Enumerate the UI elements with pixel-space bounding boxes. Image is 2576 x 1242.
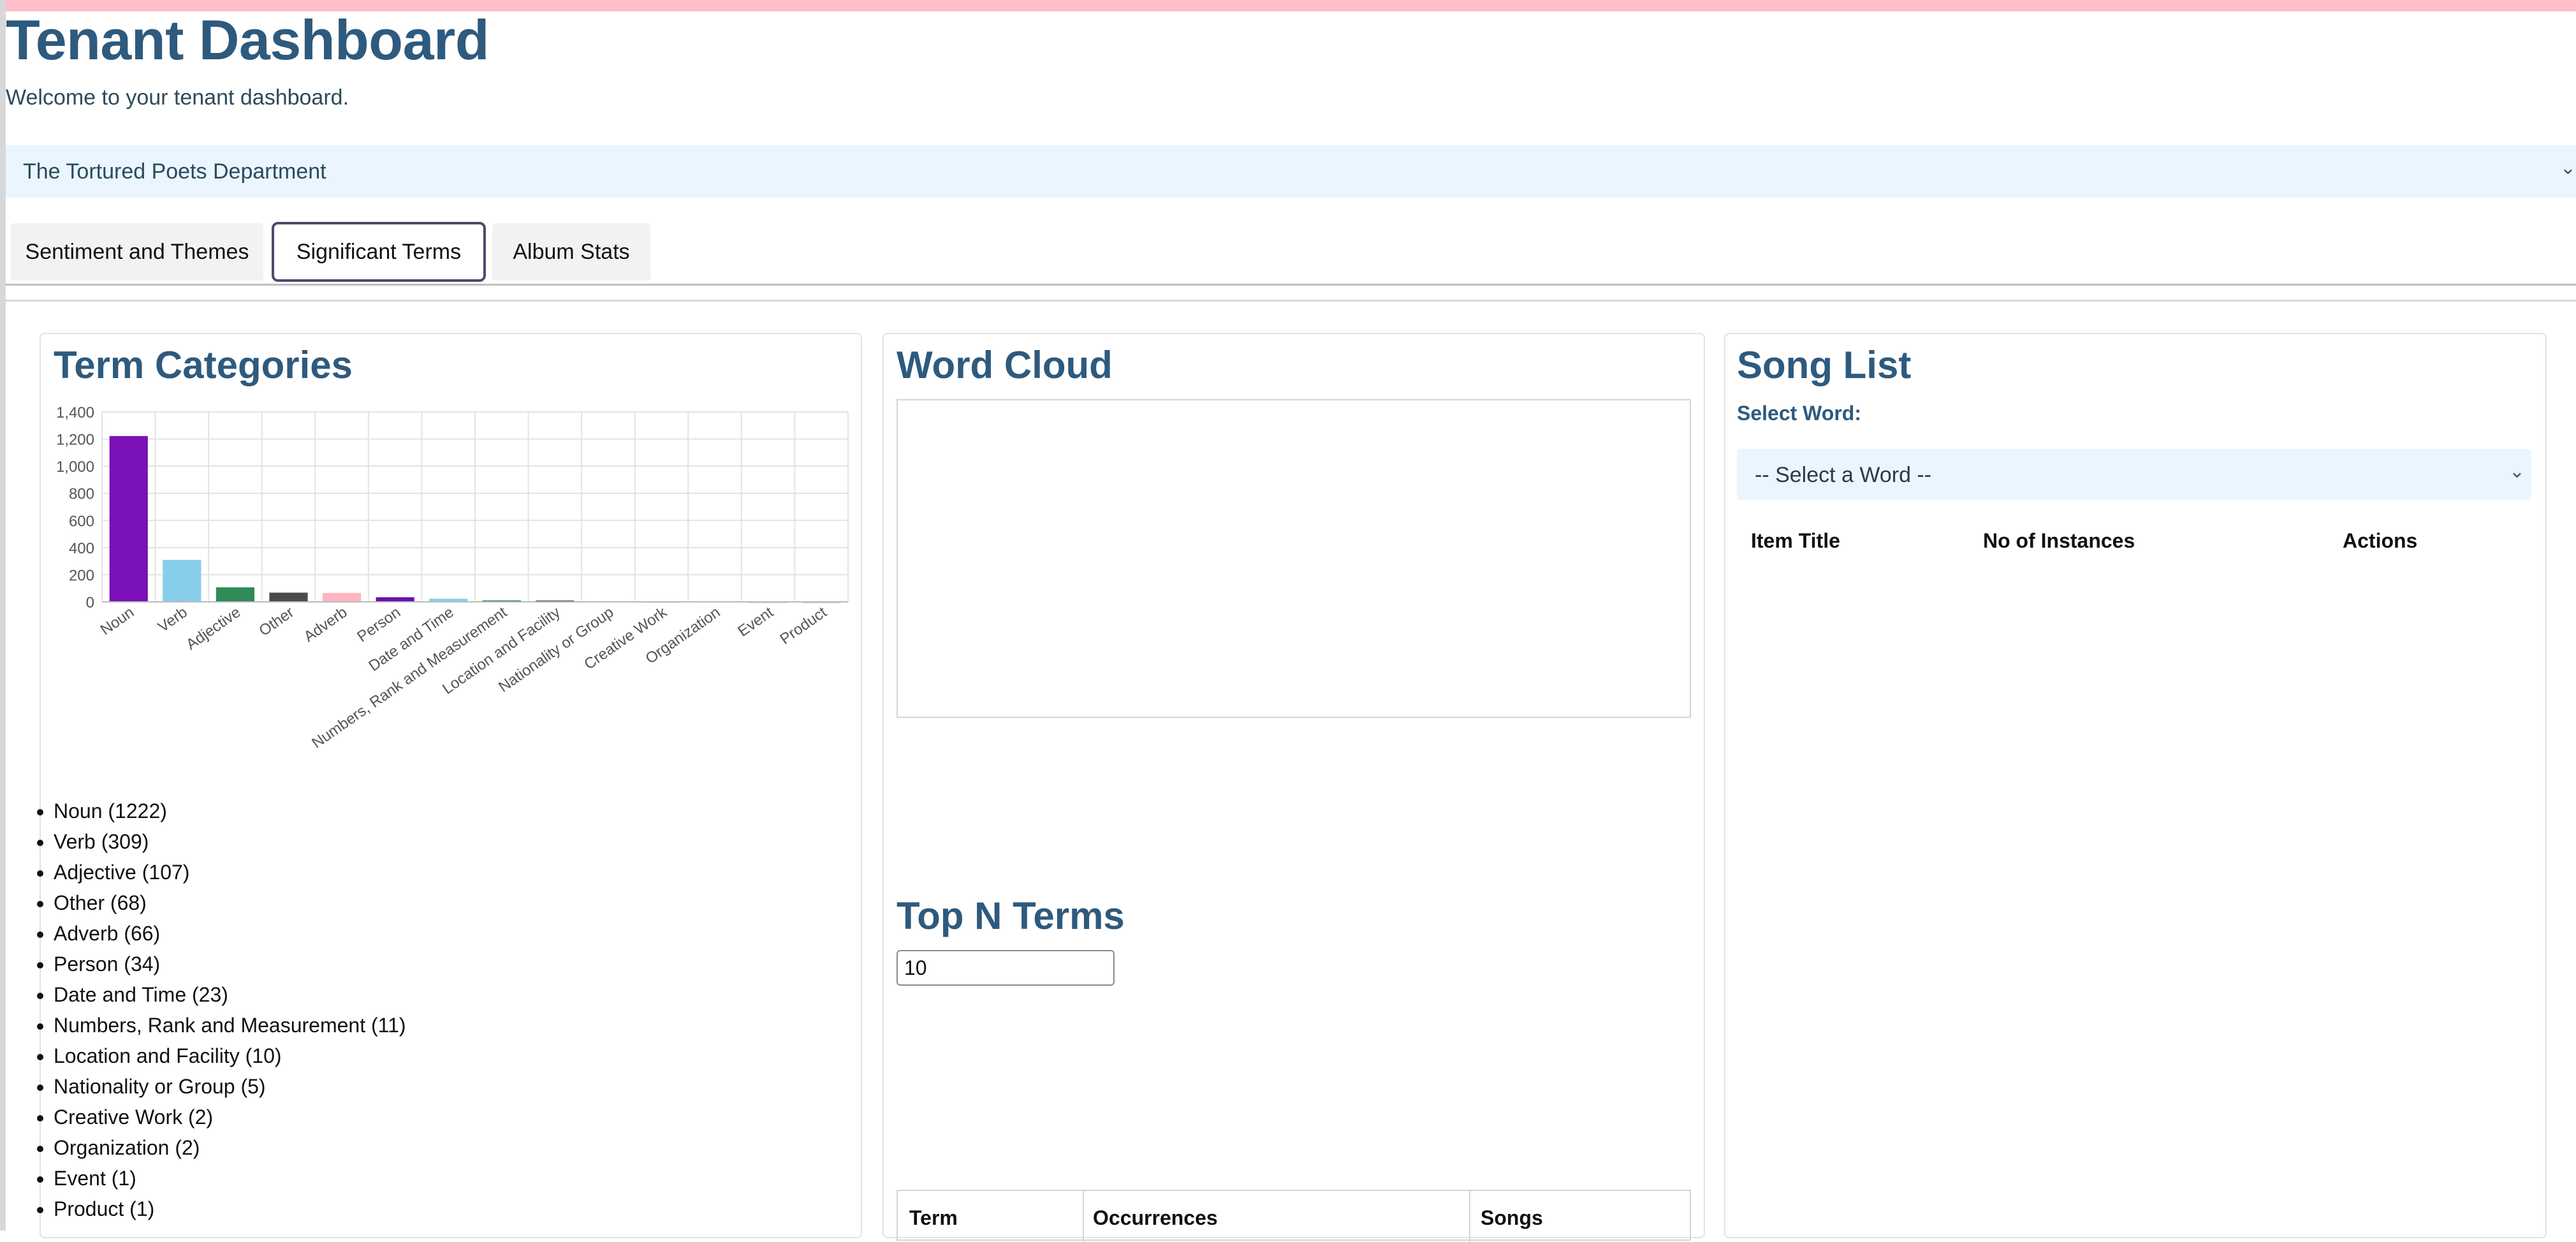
y-tick-label: 800 — [69, 486, 94, 503]
column-header-no-of-instances: No of Instances — [1983, 529, 2135, 552]
song-list-title: Song List — [1737, 344, 1912, 386]
list-item: Date and Time (23) — [54, 979, 406, 1010]
x-tick-label: Numbers, Rank and Measurement — [309, 604, 510, 752]
y-tick-label: 0 — [86, 594, 94, 611]
y-tick-label: 400 — [69, 540, 94, 557]
word-select[interactable]: -- Select a Word -- ⌄ — [1737, 449, 2531, 500]
column-header-occurrences: Occurrences — [1093, 1206, 1218, 1229]
x-tick-label: Adjective — [183, 604, 244, 654]
list-item: Noun (1222) — [54, 796, 406, 826]
bar-1 — [163, 560, 201, 602]
list-item: Product (1) — [54, 1194, 406, 1224]
x-tick-label: Product — [777, 604, 830, 648]
top-n-input[interactable] — [896, 950, 1115, 986]
page-title: Tenant Dashboard — [6, 8, 490, 71]
list-item: Adverb (66) — [54, 918, 406, 949]
column-header-songs: Songs — [1481, 1206, 1543, 1229]
list-item: Verb (309) — [54, 826, 406, 857]
album-select[interactable]: The Tortured Poets Department ⌄ — [6, 145, 2576, 198]
list-item: Event (1) — [54, 1163, 406, 1194]
word-select-value: -- Select a Word -- — [1755, 463, 1932, 487]
top-n-terms-title: Top N Terms — [896, 895, 1125, 937]
list-item: Nationality or Group (5) — [54, 1071, 406, 1102]
x-tick-label: Event — [735, 604, 777, 641]
y-tick-label: 1,400 — [56, 404, 94, 421]
y-tick-label: 1,000 — [56, 458, 94, 476]
bar-5 — [376, 597, 414, 602]
tab-bar-divider — [6, 284, 2576, 286]
list-item: Numbers, Rank and Measurement (11) — [54, 1010, 406, 1041]
y-tick-label: 1,200 — [56, 432, 94, 449]
column-header-item-title: Item Title — [1751, 529, 1840, 552]
list-item: Person (34) — [54, 949, 406, 979]
column-header-term: Term — [909, 1206, 958, 1229]
x-tick-label: Adverb — [301, 604, 351, 646]
bar-0 — [109, 435, 148, 602]
y-tick-label: 200 — [69, 567, 94, 584]
term-categories-title: Term Categories — [54, 344, 353, 386]
bar-4 — [322, 592, 362, 602]
tab-album-stats[interactable]: Album Stats — [492, 223, 650, 281]
tab-sentiment-and-themes[interactable]: Sentiment and Themes — [11, 223, 263, 281]
welcome-text: Welcome to your tenant dashboard. — [6, 85, 349, 110]
word-cloud-title: Word Cloud — [896, 344, 1113, 386]
x-tick-label: Verb — [155, 604, 191, 636]
term-categories-chart: 0 200 400 600 800 1,000 1,200 1,400 Noun VerbAdje… — [56, 404, 849, 752]
content-divider — [6, 300, 2576, 302]
chevron-down-icon: ⌄ — [2508, 461, 2525, 482]
select-word-label: Select Word: — [1737, 402, 1861, 425]
column-divider — [1083, 1191, 1084, 1242]
chevron-down-icon: ⌄ — [2559, 157, 2576, 179]
word-cloud-area — [896, 399, 1691, 718]
album-select-value: The Tortured Poets Department — [23, 159, 326, 184]
top-terms-table-header: Term Occurrences Songs — [896, 1190, 1691, 1242]
left-edge-strip — [0, 0, 6, 1231]
column-divider — [1469, 1191, 1470, 1242]
tab-significant-terms[interactable]: Significant Terms — [272, 222, 486, 282]
bar-2 — [216, 587, 255, 602]
term-categories-list: Noun (1222) Verb (309) Adjective (107) O… — [38, 796, 406, 1224]
x-tick-label: Other — [256, 604, 297, 640]
list-item: Organization (2) — [54, 1132, 406, 1163]
list-item: Location and Facility (10) — [54, 1041, 406, 1071]
y-tick-label: 600 — [69, 513, 94, 530]
list-item: Adjective (107) — [54, 857, 406, 888]
x-tick-label: Noun — [98, 604, 137, 639]
list-item: Other (68) — [54, 888, 406, 918]
bar-3 — [269, 592, 308, 602]
list-item: Creative Work (2) — [54, 1102, 406, 1132]
column-header-actions: Actions — [2343, 529, 2418, 552]
